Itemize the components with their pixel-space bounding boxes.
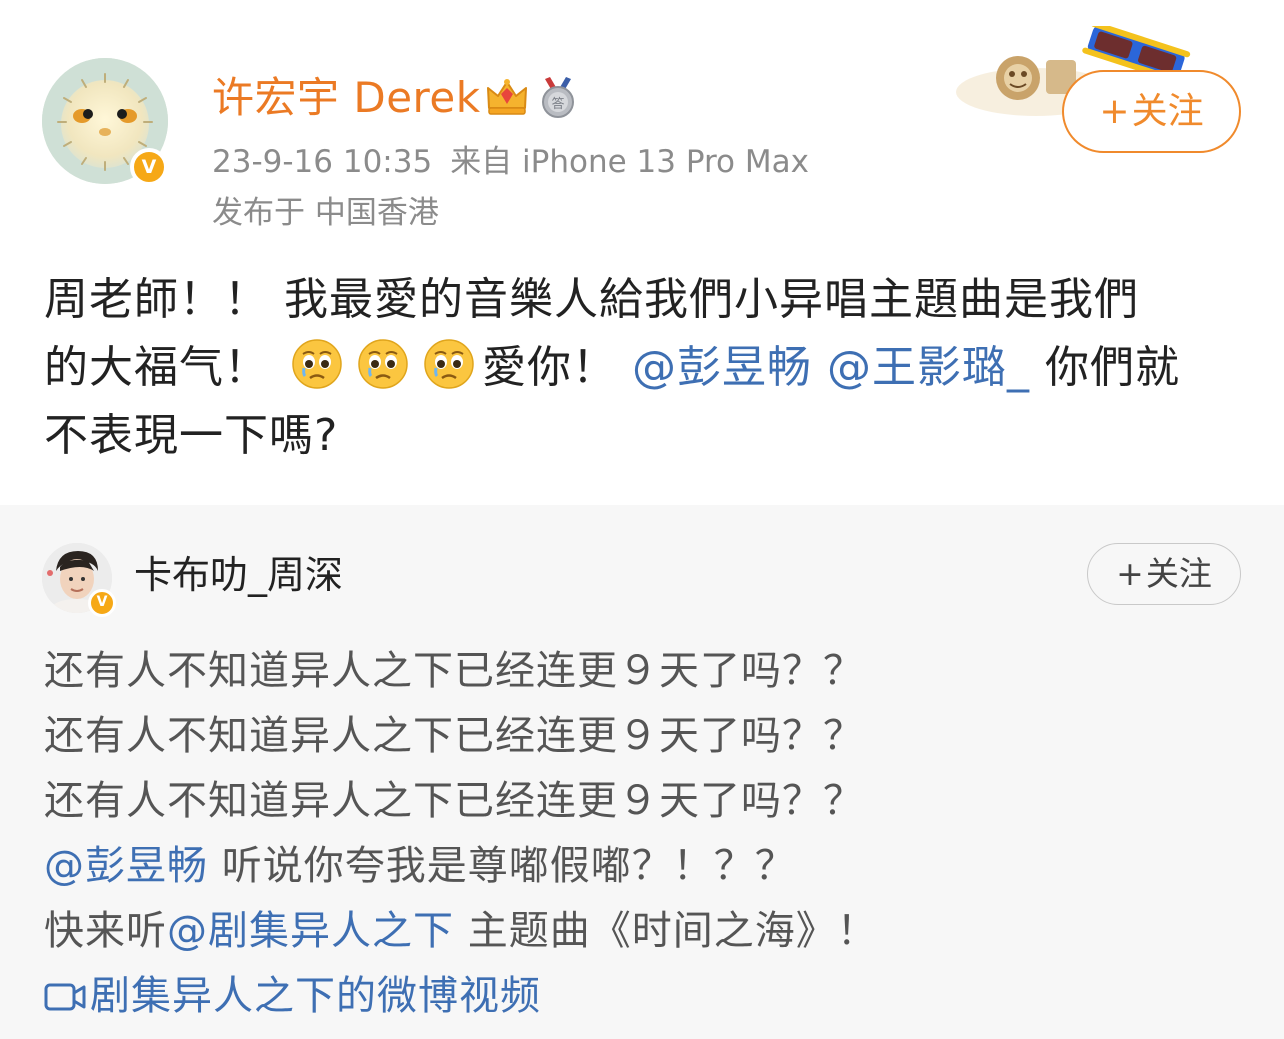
repost-line-2: 还有人不知道异人之下已经连更９天了吗？？ [44, 713, 864, 759]
repost-line-1: 还有人不知道异人之下已经连更９天了吗？？ [44, 648, 864, 694]
post-line-2: 的大福气！ 愛你！ @彭昱畅 @王影璐_ 你們就 [44, 334, 1254, 402]
post-content: 周老師！！ 我最愛的音樂人給我們小异唱主題曲是我們 的大福气！ 愛你！ @彭昱畅… [44, 266, 1254, 470]
main-post: V 许宏宇 Derek 答 23-9-16 10:35 来自 iPhone 13 … [0, 0, 1284, 505]
weibo-post-screen: V 许宏宇 Derek 答 23-9-16 10:35 来自 iPhone 13 … [0, 0, 1284, 1039]
post-source: 来自 iPhone 13 Pro Max [450, 144, 809, 180]
repost-author-avatar[interactable]: V [42, 543, 116, 617]
mention-link[interactable]: @彭昱畅 [632, 342, 812, 393]
svg-text:答: 答 [551, 96, 564, 112]
post-line-3: 不表現一下嗎? [44, 410, 339, 461]
repost-follow-button[interactable]: +关注 [1087, 543, 1241, 605]
mention-link[interactable]: @王影璐_ [827, 342, 1030, 393]
medal-icon[interactable]: 答 [538, 75, 578, 119]
repost-line-5: 快来听@剧集异人之下 主题曲《时间之海》！ [44, 899, 1244, 964]
follow-button[interactable]: +关注 [1062, 70, 1241, 153]
verified-badge: V [88, 589, 116, 617]
post-text-segment: 的大福气！ [44, 342, 269, 393]
follow-label: 关注 [1145, 554, 1212, 593]
post-text-segment: 愛你！ [482, 342, 617, 393]
verified-badge: V [130, 148, 168, 186]
post-text-segment: 你們就 [1045, 342, 1180, 393]
repost-text-segment: 主题曲《时间之海》！ [467, 908, 878, 954]
crying-face-emoji-icon [292, 339, 342, 389]
repost-text-segment: 快来听 [44, 908, 167, 954]
post-timestamp: 23-9-16 10:35 [212, 144, 433, 180]
crying-face-emoji-icon [358, 339, 408, 389]
post-meta: 23-9-16 10:35 来自 iPhone 13 Pro Max [212, 140, 809, 184]
video-camera-icon [44, 983, 86, 1011]
crying-face-emoji-icon [424, 339, 474, 389]
author-avatar[interactable]: V [42, 58, 168, 186]
author-name[interactable]: 许宏宇 Derek [212, 70, 481, 126]
video-link-label[interactable]: 剧集异人之下的微博视频 [90, 973, 541, 1019]
repost-line-3: 还有人不知道异人之下已经连更９天了吗？？ [44, 778, 864, 824]
post-location: 发布于 中国香港 [212, 195, 439, 231]
mention-link[interactable]: @剧集异人之下 [167, 908, 454, 954]
plus-icon: + [1099, 91, 1130, 132]
mention-link[interactable]: @彭昱畅 [44, 843, 208, 889]
repost-line-4: @彭昱畅 听说你夸我是尊嘟假嘟？！？？ [44, 834, 1244, 899]
post-line-1: 周老師！！ 我最愛的音樂人給我們小异唱主題曲是我們 [44, 274, 1139, 325]
crown-icon[interactable] [484, 74, 530, 120]
video-link[interactable]: 剧集异人之下的微博视频 [44, 964, 1244, 1029]
repost-text-segment: 听说你夸我是尊嘟假嘟？！？？ [221, 843, 796, 889]
repost-author-name[interactable]: 卡布叻_周深 [134, 548, 343, 602]
reposted-content[interactable]: V 卡布叻_周深 +关注 还有人不知道异人之下已经连更９天了吗？？ 还有人不知道… [0, 505, 1284, 1039]
repost-body: 还有人不知道异人之下已经连更９天了吗？？ 还有人不知道异人之下已经连更９天了吗？… [44, 639, 1244, 1029]
plus-icon: + [1116, 554, 1144, 593]
follow-label: 关注 [1131, 91, 1204, 132]
